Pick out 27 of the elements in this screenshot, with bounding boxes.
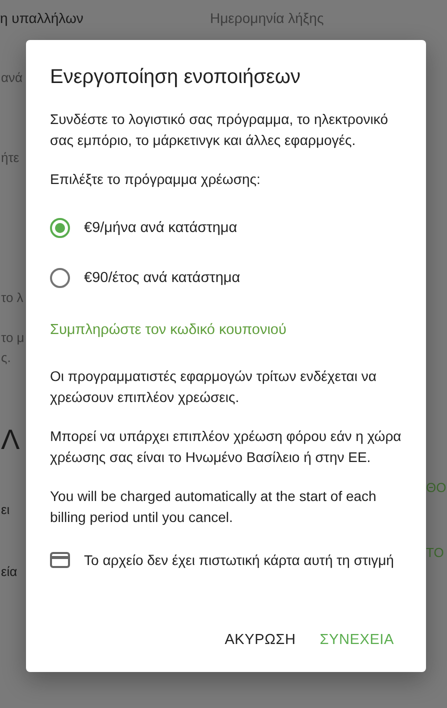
dialog-title: Ενεργοποίηση ενοποιήσεων [50,66,302,89]
card-note: Το αρχείο δεν έχει πιστωτική κάρτα αυτή τη στιγμή [84,552,394,568]
credit-card-icon [50,552,70,568]
note-text: Μπορεί να υπάρχει επιπλέον χρέωση φόρου εάν η χώρα χρέωσης σας είναι το Ηνωμένο Βασίλειο ή στην ΕΕ. [50,427,402,467]
intro-text: Συνδέστε το λογιστικό σας πρόγραμμα, το ηλεκτρονικό σας εμπόριο, το μάρκετινγκ και άλλες εφαρμογές. [50,110,390,150]
background-text: εία [1,563,18,581]
background-text: το μ [1,329,24,347]
background-text: Λ [1,423,20,457]
note-text: Οι προγραμματιστές εφαρμογών τρίτων ενδέχεται να χρεώσουν επιπλέον χρεώσεις. [50,367,378,407]
background-text: ήτε [1,149,20,167]
plan-label: Επιλέξτε το πρόγραμμα χρέωσης: [50,170,262,189]
background-text: ει [1,501,10,519]
continue-button[interactable]: ΣΥΝΕΧΕΙΑ [312,624,402,656]
coupon-link[interactable]: Συμπληρώστε τον κωδικό κουπονιού [50,322,286,338]
background-text: η υπαλλήλων [0,9,84,28]
cancel-button[interactable]: ΑΚΥΡΩΣΗ [216,624,304,656]
note-text: You will be charged automatically at the start of each billing period until you cancel. [50,487,378,527]
plan-label: €90/έτος ανά κατάστημα [84,270,240,286]
background-text: ς. [1,349,11,367]
background-text: Ημερομηνία λήξης [210,9,324,28]
background-text: το λ [1,289,24,307]
background-button-text: ΤΟ [426,544,445,562]
background-button-text: ΘΟ [426,479,447,497]
radio-button[interactable] [50,218,70,238]
radio-button[interactable] [50,268,70,288]
background-text: ανά [1,69,23,87]
plan-label: €9/μήνα ανά κατάστημα [84,220,238,236]
